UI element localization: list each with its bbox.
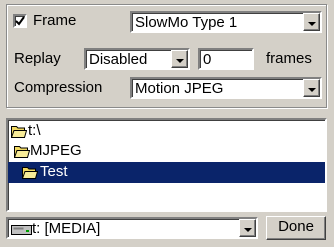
tree-item-label: MJPEG (30, 142, 82, 159)
drive-select[interactable]: t: [MEDIA] (6, 217, 258, 239)
drive-value: t: [MEDIA] (32, 220, 101, 237)
frame-label: Frame (33, 12, 77, 29)
compression-value: Motion JPEG (135, 80, 224, 97)
tree-item-test[interactable]: Test (8, 162, 325, 183)
chevron-down-icon[interactable] (303, 13, 320, 31)
tree-item-label: t:\ (28, 122, 41, 139)
frame-mode-value: SlowMo Type 1 (135, 14, 238, 31)
folder-tree[interactable]: t:\ MJPEG Test (6, 118, 327, 212)
frame-mode-select[interactable]: SlowMo Type 1 (130, 11, 322, 33)
replay-frames-input[interactable]: 0 (198, 48, 254, 70)
chevron-down-icon[interactable] (239, 219, 256, 237)
compression-select[interactable]: Motion JPEG (130, 77, 322, 99)
frame-checkbox[interactable] (13, 14, 27, 28)
compression-label: Compression (14, 79, 103, 96)
tree-item-label: Test (40, 163, 68, 180)
folder-open-icon (13, 145, 31, 158)
replay-label: Replay (14, 50, 61, 67)
replay-value: Disabled (89, 51, 148, 68)
folder-open-icon (21, 166, 39, 179)
replay-frames-value: 0 (203, 51, 212, 68)
chevron-down-icon[interactable] (171, 50, 188, 68)
chevron-down-icon[interactable] (303, 79, 320, 97)
tree-item-root[interactable]: t:\ (8, 121, 325, 142)
done-button[interactable]: Done (266, 216, 326, 240)
replay-select[interactable]: Disabled (84, 48, 190, 70)
frames-label: frames (266, 50, 312, 67)
folder-open-icon (10, 125, 28, 138)
tree-item-mjpeg[interactable]: MJPEG (8, 141, 325, 162)
checkmark-icon (15, 16, 25, 26)
drive-icon (11, 223, 33, 235)
